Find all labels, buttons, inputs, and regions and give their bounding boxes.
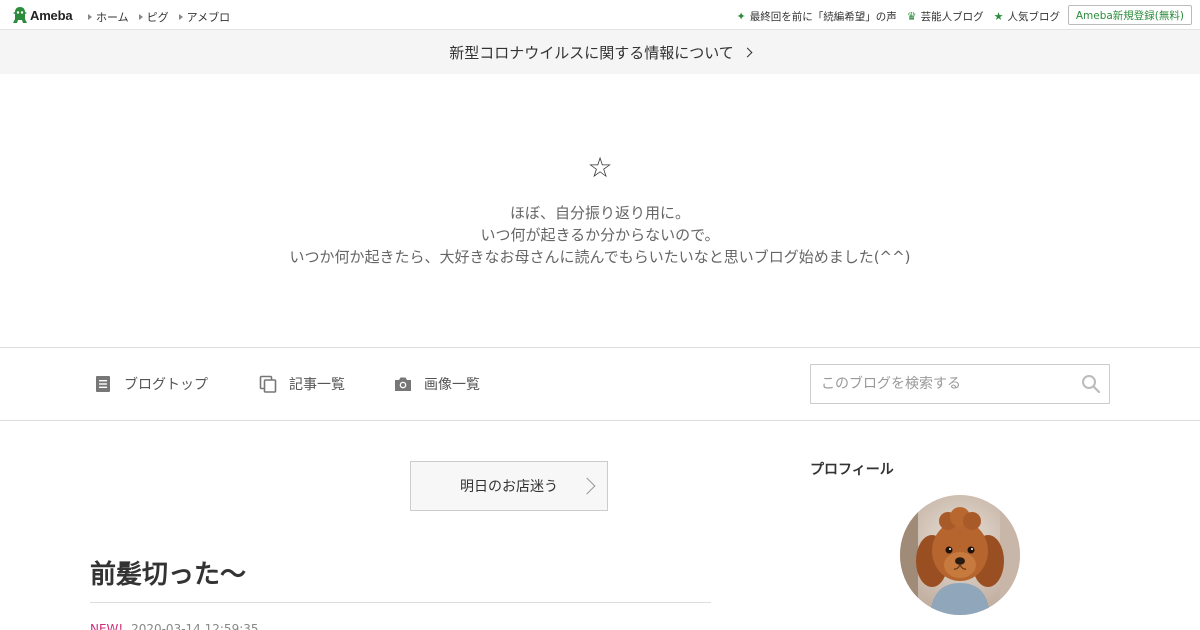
ameba-logo[interactable]: Ameba [12,6,73,24]
search-input[interactable] [811,365,1071,403]
next-article-button[interactable]: 明日のお店迷う [410,461,608,511]
featured-link-label: 最終回を前に「続編希望」の声 [749,11,897,23]
nav-label: ホーム [96,11,129,24]
document-icon [96,376,110,392]
chevron-right-icon [578,477,596,495]
sparkle-icon: ✦ [736,10,746,23]
nav-label: アメブロ [186,11,231,24]
notice-label: 新型コロナウイルスに関する情報について [449,43,734,62]
featured-link-label: 芸能人ブログ [920,11,984,23]
global-header: Ameba ホーム ピグ アメブロ ✦ 最終回を前に「続編希望」の声 ♛ 芸能人… [0,0,1200,30]
star-icon: ★ [993,10,1004,23]
blog-nav-label: 記事一覧 [289,377,345,393]
camera-icon [395,377,411,391]
blog-title[interactable]: ☆ [0,154,1200,182]
dog-photo [900,495,1020,615]
description-line: いつか何か起きたら、大好きなお母さんに読んでもらいたいなと思いブログ始めました(… [289,248,911,266]
blog-nav-label: 画像一覧 [424,377,480,393]
featured-link-celebrity[interactable]: ♛ 芸能人ブログ [907,9,984,24]
blog-header: ☆ ほぼ、自分振り返り用に。 いつ何が起きるか分からないので。 いつか何か起きた… [0,74,1200,347]
featured-links: ✦ 最終回を前に「続編希望」の声 ♛ 芸能人ブログ ★ 人気ブログ [737,9,1060,24]
nav-ameblo[interactable]: アメブロ [178,9,231,25]
article-date: 2020-03-14 12:59:35 [131,622,259,630]
nav-home[interactable]: ホーム [88,9,129,25]
caret-right-icon [138,14,143,20]
divider [90,602,711,603]
blog-nav-label: ブログトップ [124,377,208,393]
caret-right-icon [88,14,92,20]
featured-link-label: 人気ブログ [1007,11,1061,23]
blog-search [810,364,1110,404]
search-icon[interactable] [1081,374,1101,394]
featured-link-news[interactable]: ✦ 最終回を前に「続編希望」の声 [737,9,897,24]
article-meta: NEW! 2020-03-14 12:59:35 [90,622,259,630]
blog-nav: ブログトップ 記事一覧 画像一覧 [0,347,1200,421]
image-list-link[interactable]: 画像一覧 [394,374,480,394]
blog-top-link[interactable]: ブログトップ [94,374,208,394]
chevron-right-icon [742,47,753,57]
article-list-link[interactable]: 記事一覧 [259,374,345,394]
new-badge: NEW! [90,622,124,630]
description-line: いつ何が起きるか分からないので。 [480,226,720,244]
nav-label: ピグ [146,11,169,24]
featured-link-popular[interactable]: ★ 人気ブログ [994,9,1060,24]
covid-notice-link[interactable]: 新型コロナウイルスに関する情報について [0,30,1200,74]
nav-pigg[interactable]: ピグ [138,9,169,25]
crown-icon: ♛ [906,10,917,23]
copy-icon [259,375,277,393]
logo-text: Ameba [30,7,73,23]
description-line: ほぼ、自分振り返り用に。 [509,204,690,222]
article-title[interactable]: 前髪切った〜 [90,554,246,591]
next-article-label: 明日のお店迷う [460,479,558,495]
signup-button[interactable]: Ameba新規登録(無料) [1067,5,1192,25]
avatar[interactable] [900,495,1020,615]
blog-description: ほぼ、自分振り返り用に。 いつ何が起きるか分からないので。 いつか何か起きたら、… [0,202,1200,268]
caret-right-icon [178,14,183,20]
ameba-logo-icon [13,7,27,23]
profile-heading: プロフィール [810,462,894,478]
global-nav: ホーム ピグ アメブロ [88,9,230,25]
